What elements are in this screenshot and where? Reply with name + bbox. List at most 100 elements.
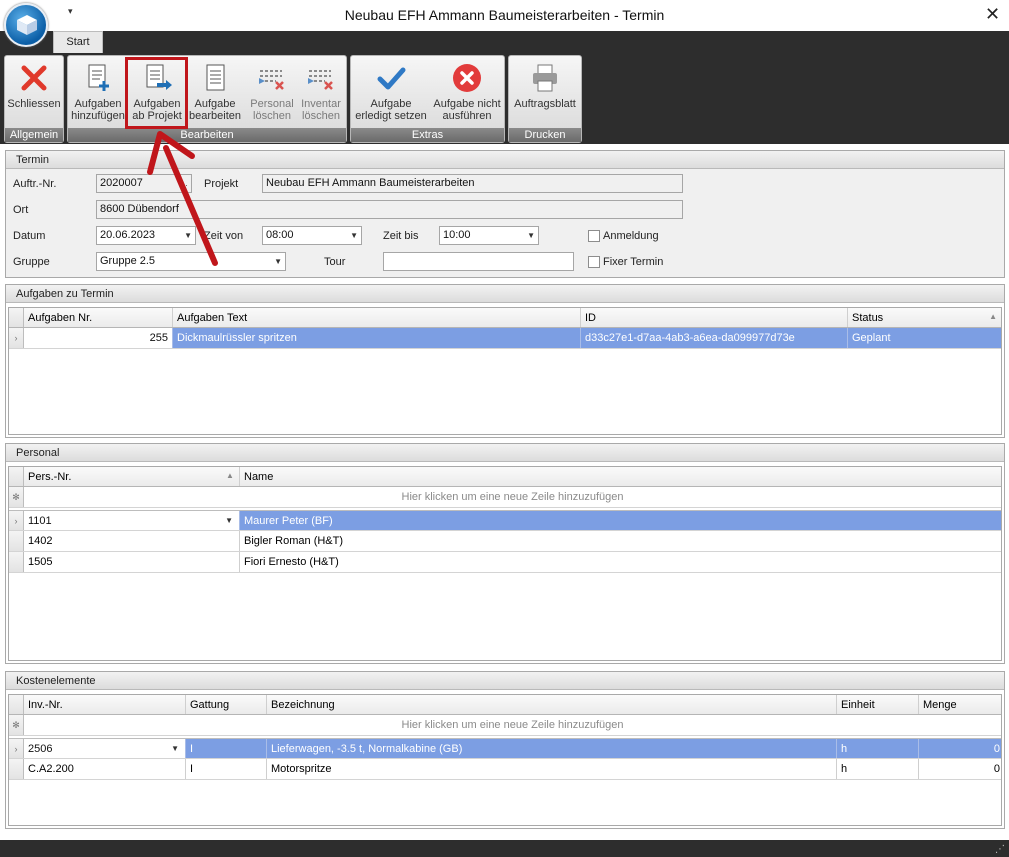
- table-row[interactable]: › 255 Dickmaulrüssler spritzen d33c27e1-…: [9, 328, 1001, 349]
- schliessen-button[interactable]: Schliessen: [5, 56, 63, 128]
- close-icon[interactable]: ✕: [985, 4, 1000, 25]
- bezeichnung-cell[interactable]: Motorspritze: [267, 759, 837, 779]
- col-einheit[interactable]: Einheit: [837, 695, 919, 714]
- id-cell[interactable]: d33c27e1-d7aa-4ab3-a6ea-da099977d73e: [581, 328, 848, 348]
- projekt-label: Projekt: [204, 178, 239, 190]
- col-gattung[interactable]: Gattung: [186, 695, 267, 714]
- inventar-loeschen-button[interactable]: Inventar löschen: [296, 56, 346, 128]
- resize-grip-icon[interactable]: ⋰: [995, 844, 1005, 855]
- col-status[interactable]: Status: [848, 308, 1004, 327]
- menge-cell[interactable]: 0: [919, 759, 1004, 779]
- table-row[interactable]: 1505 Fiori Ernesto (H&T): [9, 552, 1001, 573]
- aufgaben-grid: Aufgaben Nr. Aufgaben Text ID Status ▲ ›…: [8, 307, 1002, 435]
- tab-start[interactable]: Start: [53, 31, 103, 53]
- personal-loeschen-button[interactable]: Personal löschen: [246, 56, 298, 128]
- gruppe-select[interactable]: Gruppe 2.5 ▼: [96, 252, 286, 271]
- tour-input[interactable]: [383, 252, 574, 271]
- chevron-down-icon[interactable]: ▼: [274, 253, 282, 270]
- status-bar: ⋰: [0, 834, 1009, 857]
- aufgaben-text-cell[interactable]: Dickmaulrüssler spritzen: [173, 328, 581, 348]
- personal-loeschen-label-1: Personal: [250, 98, 294, 110]
- name-cell[interactable]: Fiori Ernesto (H&T): [240, 552, 1004, 572]
- pers-nr-cell[interactable]: 1101 ▼: [24, 511, 240, 530]
- datum-picker[interactable]: 20.06.2023 ▼: [96, 226, 196, 245]
- delete-rows-icon: [256, 62, 288, 94]
- zeit-von-select[interactable]: 08:00 ▼: [262, 226, 362, 245]
- chevron-down-icon[interactable]: ▼: [171, 739, 179, 758]
- pers-nr-cell[interactable]: 1505: [24, 552, 240, 572]
- main-area: Termin Auftr.-Nr. 2020007 … Projekt Neub…: [0, 144, 1009, 834]
- tour-label: Tour: [324, 256, 346, 268]
- col-aufgaben-text[interactable]: Aufgaben Text: [173, 308, 581, 327]
- chevron-down-icon[interactable]: ▼: [184, 227, 192, 244]
- fixer-termin-checkbox[interactable]: [588, 256, 600, 268]
- datum-value: 20.06.2023: [100, 229, 156, 241]
- gruppe-value: Gruppe 2.5: [100, 255, 156, 267]
- auftragsblatt-button[interactable]: Auftragsblatt: [509, 56, 581, 128]
- row-indicator-header: [9, 695, 24, 714]
- bezeichnung-cell[interactable]: Lieferwagen, -3.5 t, Normalkabine (GB): [267, 739, 837, 758]
- ort-field[interactable]: 8600 Dübendorf: [96, 200, 683, 219]
- aufgaben-grid-header: Aufgaben Nr. Aufgaben Text ID Status ▲: [9, 308, 1001, 328]
- table-row[interactable]: › 1101 ▼ Maurer Peter (BF): [9, 510, 1001, 531]
- termin-form: Auftr.-Nr. 2020007 … Projekt Neubau EFH …: [6, 169, 1004, 277]
- auftr-nr-label: Auftr.-Nr.: [13, 178, 57, 190]
- auftragsblatt-label: Auftragsblatt: [514, 98, 576, 110]
- ribbon-group-extras: Aufgabe erledigt setzen Aufgabe nicht au…: [350, 55, 505, 143]
- chevron-down-icon[interactable]: ▼: [225, 511, 233, 530]
- inv-nr-cell[interactable]: 2506 ▼: [24, 739, 186, 758]
- current-row-icon: ›: [9, 511, 24, 530]
- delete-rows-icon: [305, 62, 337, 94]
- col-aufgaben-nr[interactable]: Aufgaben Nr.: [24, 308, 173, 327]
- aufgaben-nr-cell[interactable]: 255: [24, 328, 173, 348]
- col-name[interactable]: Name: [240, 467, 1004, 486]
- app-menu-button[interactable]: [4, 3, 48, 47]
- name-cell[interactable]: Maurer Peter (BF): [240, 511, 1004, 530]
- menge-cell[interactable]: 0: [919, 739, 1004, 758]
- table-row[interactable]: 1402 Bigler Roman (H&T): [9, 531, 1001, 552]
- col-menge[interactable]: Menge: [919, 695, 1004, 714]
- ort-label: Ort: [13, 204, 29, 216]
- aufgaben-hinzufuegen-button[interactable]: Aufgaben hinzufügen: [70, 56, 126, 128]
- aufgabe-nicht-ausfuehren-button[interactable]: Aufgabe nicht ausführen: [430, 56, 504, 128]
- inventar-loeschen-label-1: Inventar: [301, 98, 341, 110]
- kosten-panel: Kostenelemente Inv.-Nr. Gattung Bezeichn…: [5, 671, 1005, 829]
- anmeldung-checkbox[interactable]: [588, 230, 600, 242]
- gattung-cell[interactable]: I: [186, 759, 267, 779]
- projekt-field[interactable]: Neubau EFH Ammann Baumeisterarbeiten: [262, 174, 683, 193]
- aufgabe-bearbeiten-button[interactable]: Aufgabe bearbeiten: [187, 56, 243, 128]
- col-pers-nr[interactable]: Pers.-Nr.: [24, 467, 240, 486]
- status-cell[interactable]: Geplant: [848, 328, 1004, 348]
- pers-nr-cell[interactable]: 1402: [24, 531, 240, 551]
- chevron-down-icon[interactable]: ▼: [527, 227, 535, 244]
- einheit-cell[interactable]: h: [837, 759, 919, 779]
- aufgabe-erledigt-button[interactable]: Aufgabe erledigt setzen: [353, 56, 429, 128]
- termin-panel-header: Termin: [6, 151, 1004, 169]
- group-label-extras: Extras: [351, 128, 504, 142]
- col-inv-nr[interactable]: Inv.-Nr.: [24, 695, 186, 714]
- auftr-nr-field[interactable]: 2020007 …: [96, 174, 192, 193]
- personal-panel: Personal Pers.-Nr. ▲ Name ✻ Hier klicken…: [5, 443, 1005, 664]
- table-row[interactable]: C.A2.200 I Motorspritze h 0: [9, 759, 1001, 780]
- kosten-panel-header: Kostenelemente: [6, 672, 1004, 690]
- aufgaben-hinzufuegen-label-2: hinzufügen: [71, 110, 125, 122]
- einheit-cell[interactable]: h: [837, 739, 919, 758]
- row-indicator: [9, 531, 24, 551]
- new-row[interactable]: ✻ Hier klicken um eine neue Zeile hinzuz…: [9, 487, 1001, 508]
- gattung-cell[interactable]: I: [186, 739, 267, 758]
- new-row[interactable]: ✻ Hier klicken um eine neue Zeile hinzuz…: [9, 715, 1001, 736]
- chevron-down-icon[interactable]: ▼: [350, 227, 358, 244]
- inv-nr-cell[interactable]: C.A2.200: [24, 759, 186, 779]
- gruppe-label: Gruppe: [13, 256, 50, 268]
- group-label-bearbeiten: Bearbeiten: [68, 128, 346, 142]
- fixer-termin-label: Fixer Termin: [603, 256, 664, 268]
- name-cell[interactable]: Bigler Roman (H&T): [240, 531, 1004, 551]
- datum-label: Datum: [13, 230, 46, 242]
- termin-panel: Termin Auftr.-Nr. 2020007 … Projekt Neub…: [5, 150, 1005, 278]
- table-row[interactable]: › 2506 ▼ I Lieferwagen, -3.5 t, Normalka…: [9, 738, 1001, 759]
- col-bezeichnung[interactable]: Bezeichnung: [267, 695, 837, 714]
- col-id[interactable]: ID: [581, 308, 848, 327]
- personal-loeschen-label-2: löschen: [253, 110, 291, 122]
- lookup-dots-icon[interactable]: …: [180, 175, 188, 192]
- zeit-bis-select[interactable]: 10:00 ▼: [439, 226, 539, 245]
